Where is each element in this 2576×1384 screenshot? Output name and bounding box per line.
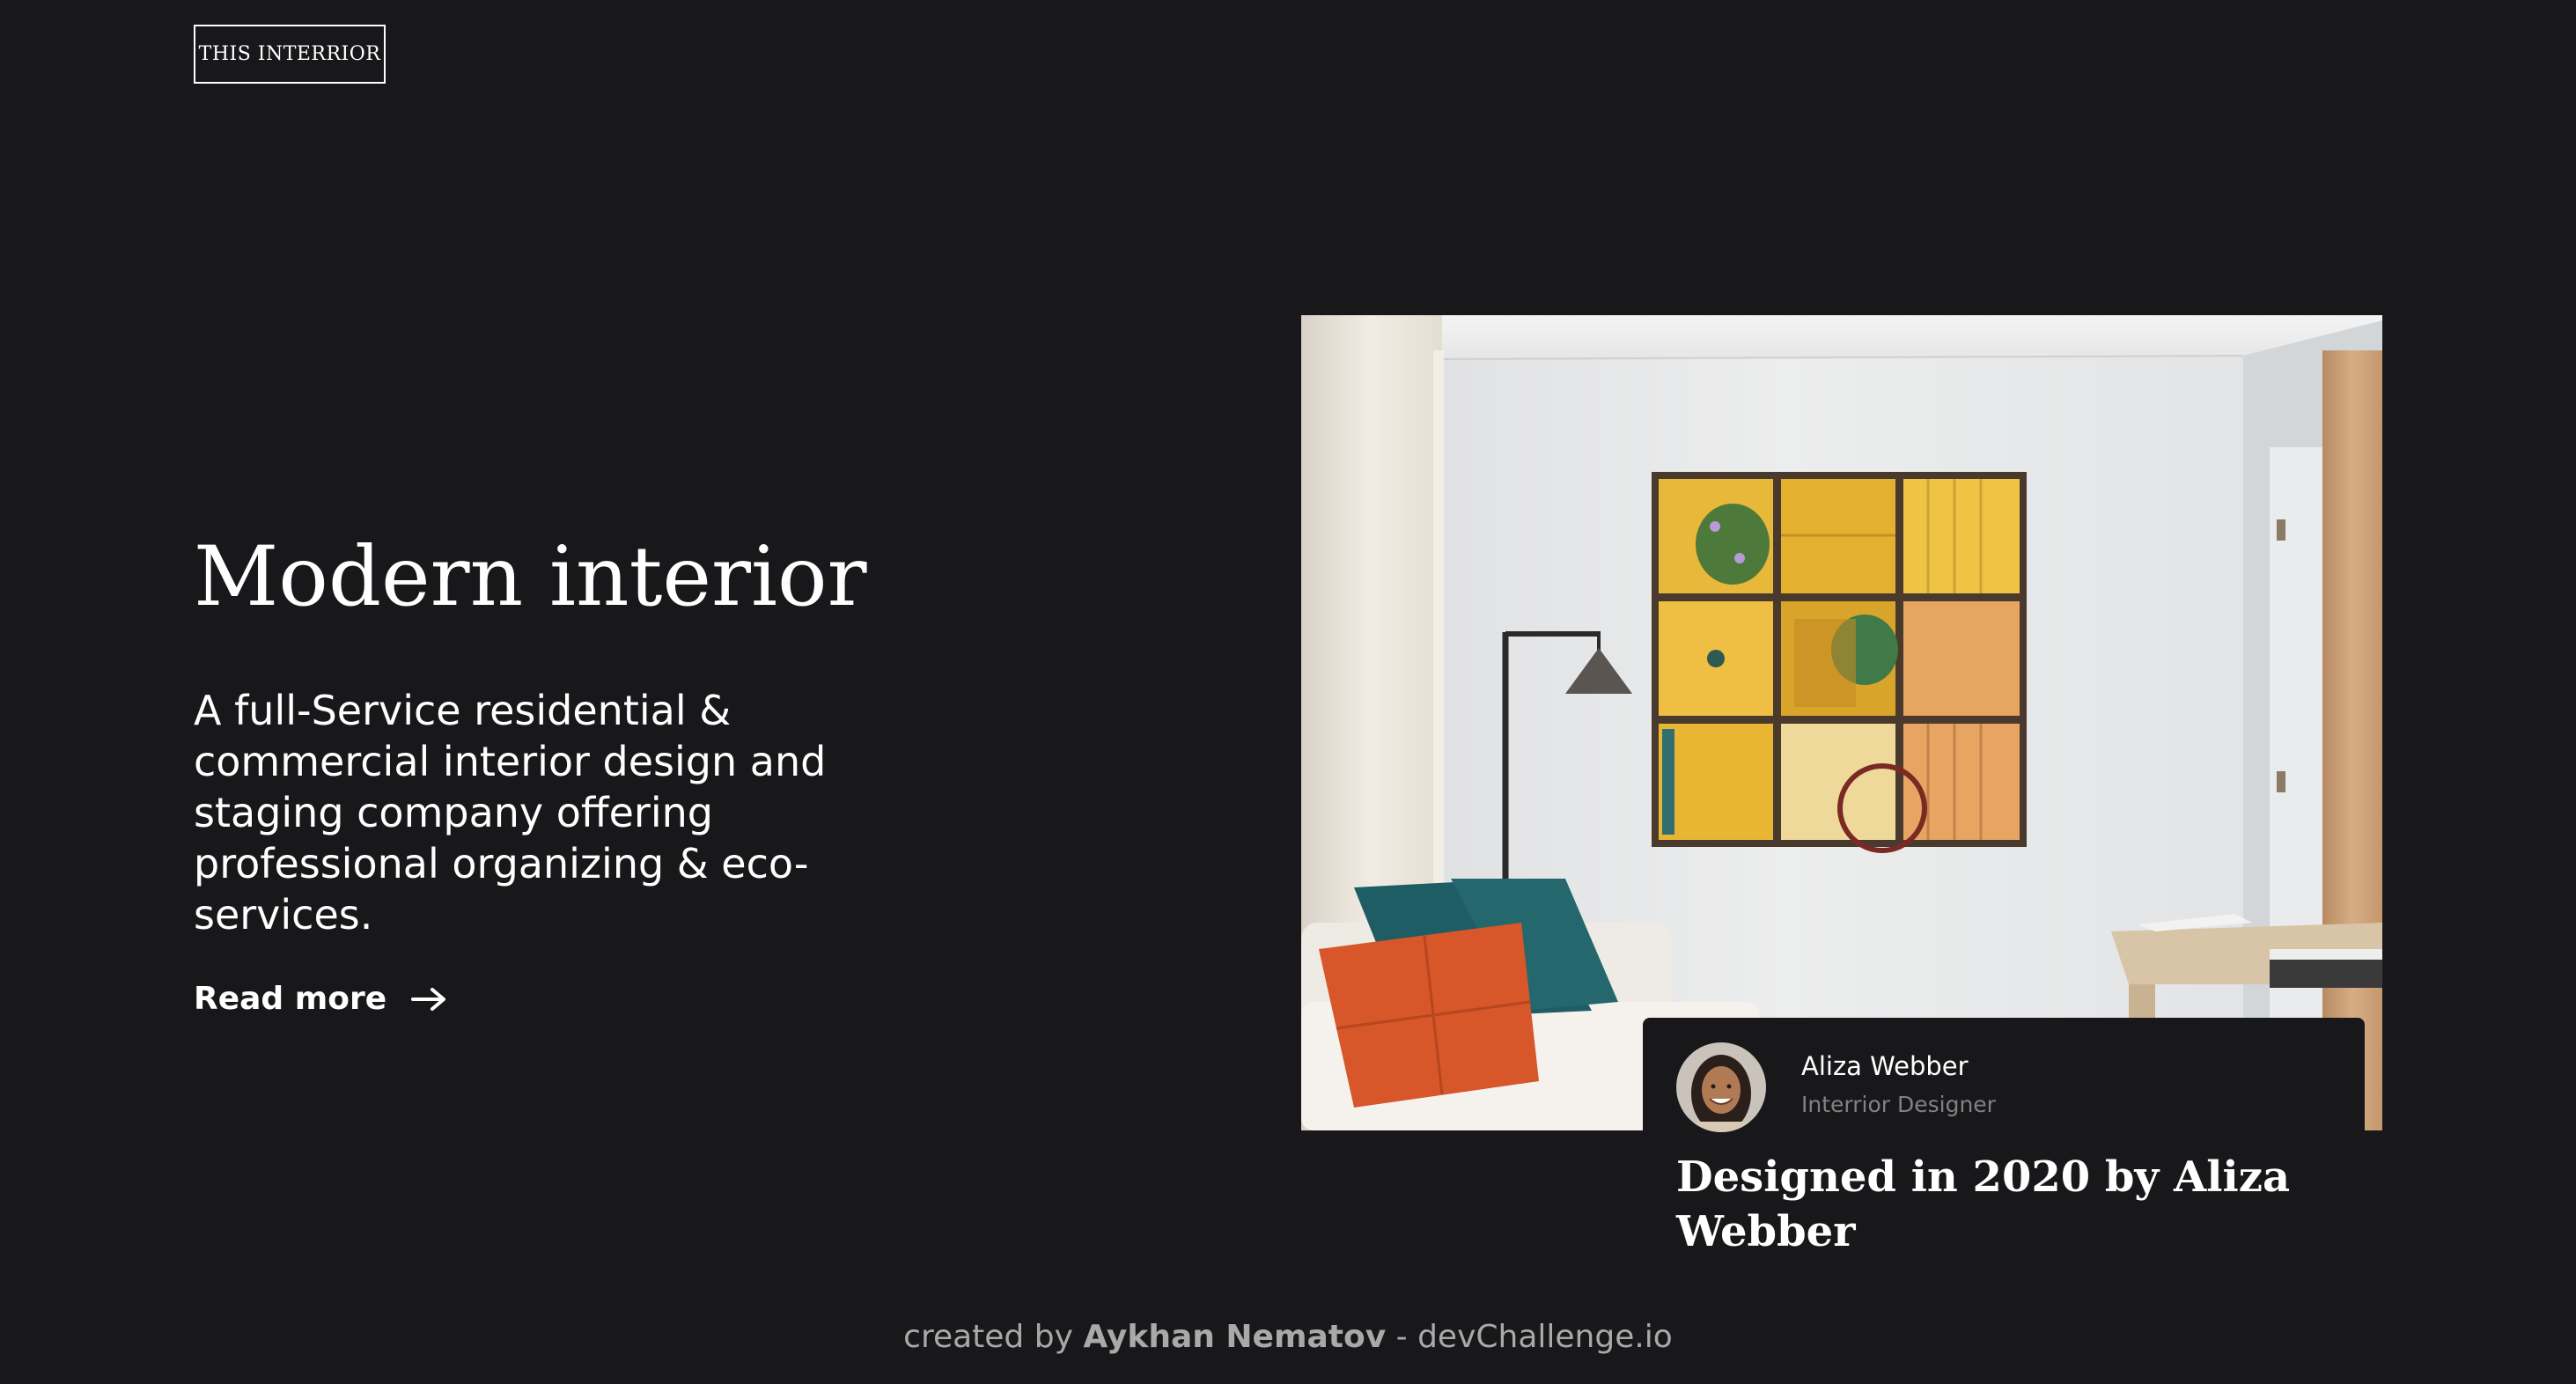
- arrow-right-icon: [411, 987, 446, 1012]
- design-caption: Designed in 2020 by Aliza Webber: [1676, 1152, 2291, 1256]
- designer-name: Aliza Webber: [1801, 1051, 1969, 1081]
- footer-prefix: created by: [903, 1319, 1073, 1355]
- hero-title: Modern interior: [194, 529, 867, 625]
- read-more-link[interactable]: Read more: [194, 981, 446, 1017]
- page: THIS INTERRIOR Modern interior A full-Se…: [0, 0, 2576, 1384]
- interior-room-photo: [1301, 315, 2382, 1130]
- read-more-label: Read more: [194, 981, 387, 1017]
- designer-role: Interrior Designer: [1801, 1092, 1996, 1117]
- designer-avatar: [1676, 1042, 1766, 1132]
- logo[interactable]: THIS INTERRIOR: [194, 25, 386, 84]
- footer-credit: created by Aykhan Nematov - devChallenge…: [0, 1319, 2576, 1355]
- designer-card: Aliza Webber Interrior Designer: [1643, 1018, 2365, 1132]
- footer-separator: -: [1395, 1319, 1408, 1355]
- footer-author[interactable]: Aykhan Nematov: [1083, 1319, 1386, 1355]
- footer-site[interactable]: devChallenge.io: [1417, 1319, 1673, 1355]
- hero-description: A full-Service residential & commercial …: [194, 687, 827, 939]
